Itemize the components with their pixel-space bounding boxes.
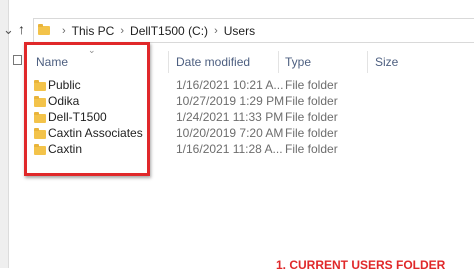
highlight-box [24,42,150,176]
file-type: File folder [285,78,338,92]
file-date-modified: 1/16/2021 10:21 A... [176,78,284,92]
file-date-modified: 10/27/2019 1:29 PM [176,94,285,108]
column-header-type[interactable]: Type [285,55,311,69]
file-type: File folder [285,142,338,156]
address-row: ⌄ ↑ › This PC › DellT1500 (C:) › Users [0,18,474,44]
column-divider[interactable] [367,51,368,73]
column-header-date-modified[interactable]: Date modified [176,55,250,69]
breadcrumb-separator-icon: › [62,24,66,37]
file-type: File folder [285,110,338,124]
file-date-modified: 10/20/2019 7:20 AM [176,126,284,140]
column-header-size[interactable]: Size [375,55,398,69]
breadcrumb-separator-icon: › [120,24,125,37]
select-all-checkbox[interactable] [13,55,22,65]
chevron-down-icon[interactable]: ⌄ [3,22,14,38]
file-date-modified: 1/16/2021 11:28 A... [176,142,283,156]
file-date-modified: 1/24/2021 11:33 PM [176,110,284,124]
annotation-label: 1. CURRENT USERS FOLDER [276,258,446,272]
breadcrumb-separator-icon: › [214,24,218,37]
breadcrumb-drive[interactable]: DellT1500 (C:) [130,24,208,38]
address-bar[interactable]: › This PC › DellT1500 (C:) › Users [33,18,474,43]
breadcrumb-this-pc[interactable]: This PC [72,24,115,38]
up-arrow-icon[interactable]: ↑ [18,21,25,37]
column-divider[interactable] [168,51,169,73]
column-divider[interactable] [278,51,279,73]
folder-icon [38,24,50,35]
file-type: File folder [285,126,338,140]
file-type: File folder [285,94,338,108]
breadcrumb-users[interactable]: Users [224,24,255,38]
